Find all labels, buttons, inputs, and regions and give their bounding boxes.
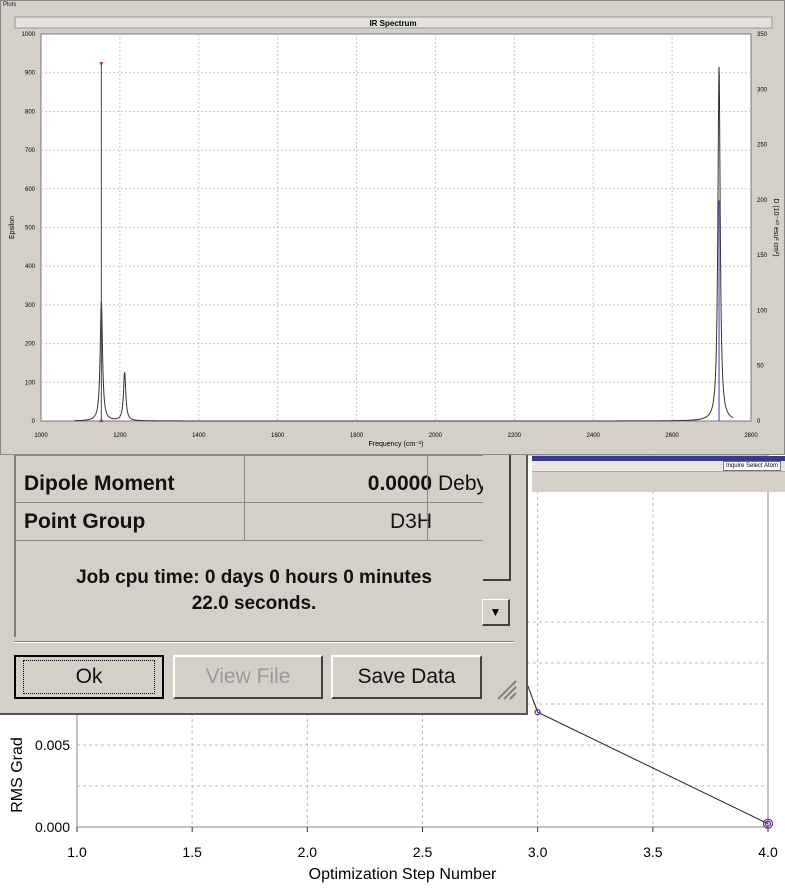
x-axis-label: Optimization Step Number	[309, 866, 497, 883]
y2-axis-label: D (10⁻⁴⁰ esu² cm²)	[772, 198, 780, 256]
y-tick-label: 400	[25, 264, 36, 270]
x-tick-label: 2400	[587, 433, 601, 439]
y2-tick-label: 250	[757, 143, 768, 149]
y-tick-label: 100	[25, 380, 36, 386]
x-tick-label: 2.5	[413, 844, 433, 860]
y-tick-label: 1000	[22, 32, 36, 38]
y-tick-label: 600	[25, 187, 36, 193]
plots-window-label: Plots	[3, 2, 17, 8]
y-tick-label: 200	[25, 342, 36, 348]
view-file-button[interactable]: View File	[173, 655, 323, 699]
ir-spectrum-chart: IR Spectrum1000 1200 1400 1600 1800 2000 2200 2…	[9, 16, 780, 448]
y-tick-label: 900	[25, 71, 36, 77]
x-tick-label: 4.0	[758, 844, 778, 860]
y-tick-label: 0.000	[35, 819, 70, 835]
job-cpu-time-line2: 22.0 seconds.	[191, 593, 317, 614]
plot-area	[40, 33, 752, 422]
chart-title: IR Spectrum	[369, 19, 416, 28]
y-axis-label: RMS Grad	[9, 737, 26, 813]
separator	[14, 641, 514, 643]
x-tick-label: 1.5	[182, 844, 202, 860]
table-row: Point Group D3H	[16, 503, 484, 541]
arrow-down-icon: ▼	[489, 605, 502, 619]
x-tick-label: 1.0	[67, 844, 87, 860]
table-row-cutoff	[16, 428, 484, 456]
y-axis-label: Epsilon	[9, 216, 16, 239]
y2-tick-label: 150	[757, 253, 768, 259]
row-unit: Deby	[438, 472, 488, 495]
window-panel	[532, 472, 785, 492]
table-row: Dipole Moment 0.0000 Deby	[16, 465, 488, 503]
job-results-dialog: Dipole Moment 0.0000 Deby Point Group D3…	[0, 455, 528, 715]
y-tick-label: 300	[25, 303, 36, 309]
y2-tick-label: 300	[757, 87, 768, 93]
x-tick-label: 3.0	[528, 844, 548, 860]
y-tick-label: 700	[25, 148, 36, 154]
y2-tick-label: 100	[757, 308, 768, 314]
ok-button[interactable]: Ok	[14, 655, 164, 699]
x-tick-label: 2200	[508, 433, 522, 439]
y2-tick-label: 350	[757, 32, 768, 38]
save-data-button[interactable]: Save Data	[331, 655, 482, 699]
job-cpu-time-line1: Job cpu time: 0 days 0 hours 0 minutes	[76, 567, 432, 588]
y2-tick-label: 200	[757, 198, 768, 204]
x-tick-label: 2800	[744, 433, 758, 439]
column-divider	[427, 455, 428, 541]
scroll-down-button[interactable]: ▼	[482, 599, 510, 626]
x-tick-label: 2600	[665, 433, 679, 439]
x-tick-label: 3.5	[643, 844, 663, 860]
y-tick-label: 500	[25, 226, 36, 232]
column-divider	[244, 455, 245, 541]
scrollbar-thumb[interactable]	[483, 455, 511, 581]
ok-button-label: Ok	[22, 660, 156, 694]
y-tick-label: 800	[25, 109, 36, 115]
job-cpu-time: Job cpu time: 0 days 0 hours 0 minutes 2…	[14, 565, 494, 617]
y-tick-label: 0.005	[35, 737, 70, 753]
row-value: D3H	[389, 510, 432, 533]
inquire-select-atom-tab[interactable]: Inquire Select Atom	[722, 461, 781, 471]
ir-spectrum-window: IR Spectrum 1000 1200 1400 1600 1800 2000 2200 2…	[0, 0, 785, 455]
row-label: Dipole Moment	[24, 472, 175, 495]
row-label: Point Group	[24, 510, 146, 533]
row-value: 0.0000	[367, 472, 432, 495]
y2-tick-label: 50	[757, 364, 764, 370]
resize-grip-icon[interactable]	[490, 673, 518, 701]
x-tick-label: 2.0	[298, 844, 318, 860]
